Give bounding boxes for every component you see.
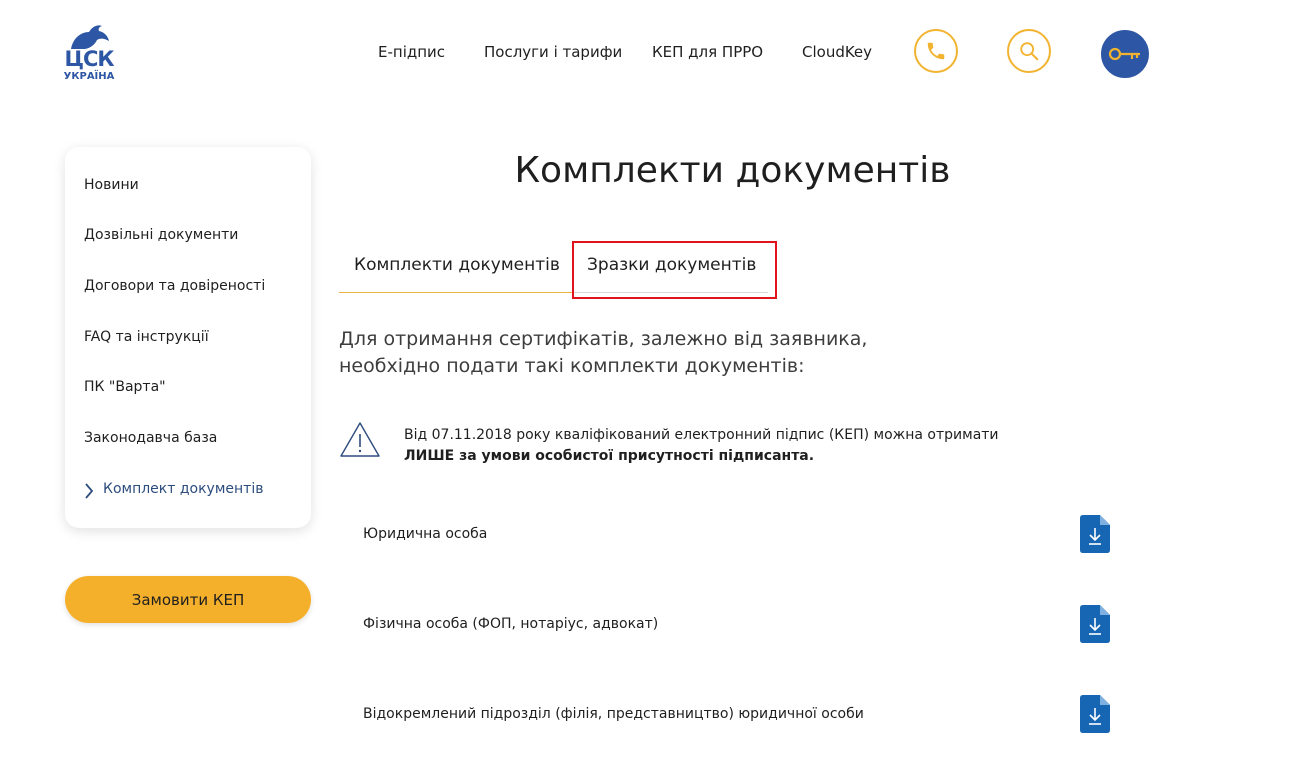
- sidebar-item-varta[interactable]: ПК "Варта": [84, 379, 166, 395]
- sidebar-item-document-set[interactable]: Комплект документів: [103, 481, 263, 497]
- login-key-button[interactable]: [1101, 30, 1149, 78]
- highlight-frame: [572, 241, 777, 299]
- download-file-icon[interactable]: [1080, 515, 1110, 553]
- document-row[interactable]: Відокремлений підрозділ (філія, представ…: [363, 695, 1123, 735]
- warning-text-bold: ЛИШЕ за умови особистої присутності підп…: [404, 448, 815, 464]
- document-label: Відокремлений підрозділ (філія, представ…: [363, 706, 864, 722]
- chevron-right-icon: [85, 483, 94, 499]
- nav-link-services[interactable]: Послуги і тарифи: [484, 43, 622, 61]
- search-icon: [1020, 42, 1039, 61]
- document-row[interactable]: Юридична особа: [363, 515, 1123, 555]
- warning-icon: [340, 422, 380, 457]
- warning-text: Від 07.11.2018 року кваліфікований елект…: [404, 425, 999, 467]
- tab-active-indicator: [339, 292, 572, 293]
- key-icon: [1108, 47, 1140, 61]
- logo-subtext: УКРАЇНА: [63, 71, 115, 82]
- page-title: Комплекти документів: [514, 150, 951, 191]
- warning-text-main: Від 07.11.2018 року кваліфікований елект…: [404, 427, 999, 443]
- nav-link-kep-prro[interactable]: КЕП для ПРРО: [652, 43, 763, 61]
- site-logo[interactable]: ЦСК УКРАЇНА: [63, 24, 115, 86]
- sidebar-item-news[interactable]: Новини: [84, 177, 139, 193]
- order-kep-button[interactable]: Замовити КЕП: [65, 576, 311, 623]
- sidebar-item-permits[interactable]: Дозвільні документи: [84, 227, 238, 243]
- download-file-icon[interactable]: [1080, 695, 1110, 733]
- nav-link-cloudkey[interactable]: CloudKey: [802, 43, 872, 61]
- sidebar-menu: Новини Дозвільні документи Договори та д…: [65, 147, 311, 528]
- phone-icon: [927, 42, 945, 60]
- document-row[interactable]: Фізична особа (ФОП, нотаріус, адвокат): [363, 605, 1123, 645]
- download-file-icon[interactable]: [1080, 605, 1110, 643]
- phone-button[interactable]: [914, 29, 958, 73]
- document-label: Фізична особа (ФОП, нотаріус, адвокат): [363, 616, 659, 632]
- logo-text: ЦСК: [64, 47, 114, 71]
- nav-link-e-signature[interactable]: Е-підпис: [378, 43, 445, 61]
- sidebar-item-contracts[interactable]: Договори та довіреності: [84, 278, 265, 294]
- search-button[interactable]: [1007, 29, 1051, 73]
- sidebar-item-faq[interactable]: FAQ та інструкції: [84, 329, 209, 345]
- sidebar-item-legislation[interactable]: Законодавча база: [84, 430, 217, 446]
- tab-document-sets[interactable]: Комплекти документів: [354, 255, 560, 293]
- intro-text: Для отримання сертифікатів, залежно від …: [339, 328, 868, 377]
- document-label: Юридична особа: [363, 526, 488, 542]
